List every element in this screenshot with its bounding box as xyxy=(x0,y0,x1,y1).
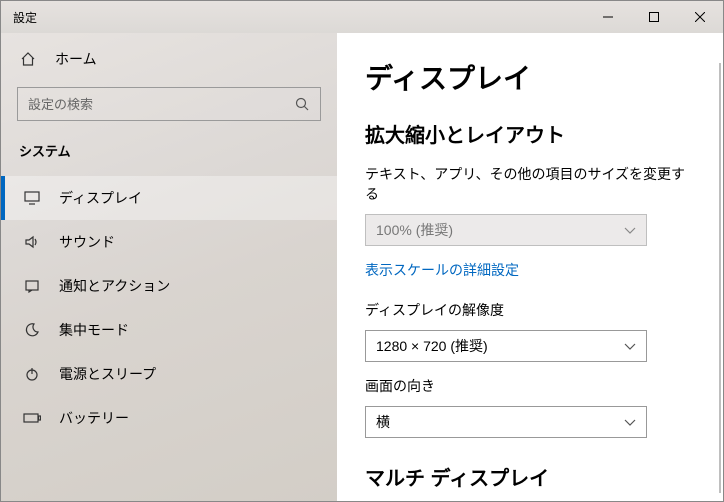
scale-label: テキスト、アプリ、その他の項目のサイズを変更する xyxy=(365,164,695,204)
section-scale-heading: 拡大縮小とレイアウト xyxy=(365,119,695,148)
home-icon xyxy=(19,51,37,67)
titlebar: 設定 xyxy=(1,1,723,33)
scale-value: 100% (推奨) xyxy=(376,220,453,240)
search-input[interactable] xyxy=(28,97,294,112)
sidebar-item-sound[interactable]: サウンド xyxy=(1,220,337,264)
sidebar-item-label: ディスプレイ xyxy=(59,188,142,208)
resolution-select[interactable]: 1280 × 720 (推奨) xyxy=(365,330,647,362)
resolution-value: 1280 × 720 (推奨) xyxy=(376,336,488,356)
orientation-label: 画面の向き xyxy=(365,376,695,396)
close-button[interactable] xyxy=(677,1,723,33)
search-box[interactable] xyxy=(17,87,321,121)
sidebar-item-battery[interactable]: バッテリー xyxy=(1,396,337,440)
chevron-down-icon xyxy=(624,222,636,238)
sidebar-item-label: バッテリー xyxy=(59,408,129,428)
notification-icon xyxy=(23,279,41,293)
resolution-label: ディスプレイの解像度 xyxy=(365,300,695,320)
maximize-button[interactable] xyxy=(631,1,677,33)
scale-advanced-link[interactable]: 表示スケールの詳細設定 xyxy=(365,260,519,280)
home-button[interactable]: ホーム xyxy=(1,39,337,79)
battery-icon xyxy=(23,412,41,424)
sidebar-item-label: 集中モード xyxy=(59,320,129,340)
power-icon xyxy=(23,366,41,382)
minimize-button[interactable] xyxy=(585,1,631,33)
section-multi-heading: マルチ ディスプレイ xyxy=(365,462,695,491)
sidebar-item-label: 電源とスリープ xyxy=(59,364,156,384)
chevron-down-icon xyxy=(624,338,636,354)
sidebar-item-display[interactable]: ディスプレイ xyxy=(1,176,337,220)
search-icon xyxy=(294,97,310,111)
orientation-select[interactable]: 横 xyxy=(365,406,647,438)
sidebar-item-focus[interactable]: 集中モード xyxy=(1,308,337,352)
content-pane: ディスプレイ 拡大縮小とレイアウト テキスト、アプリ、その他の項目のサイズを変更… xyxy=(337,33,723,501)
category-label: システム xyxy=(1,121,337,170)
sidebar-item-label: サウンド xyxy=(59,232,115,252)
display-icon xyxy=(23,191,41,205)
page-title: ディスプレイ xyxy=(365,57,695,97)
window-title: 設定 xyxy=(1,9,37,26)
scale-select[interactable]: 100% (推奨) xyxy=(365,214,647,246)
home-label: ホーム xyxy=(55,49,97,69)
focus-icon xyxy=(23,322,41,338)
sidebar-item-power[interactable]: 電源とスリープ xyxy=(1,352,337,396)
sidebar: ホーム システム ディスプレイ xyxy=(1,33,337,501)
chevron-down-icon xyxy=(624,414,636,430)
orientation-value: 横 xyxy=(376,412,390,432)
sidebar-item-notifications[interactable]: 通知とアクション xyxy=(1,264,337,308)
sound-icon xyxy=(23,235,41,249)
scrollbar[interactable] xyxy=(719,63,721,493)
sidebar-item-label: 通知とアクション xyxy=(59,276,170,296)
